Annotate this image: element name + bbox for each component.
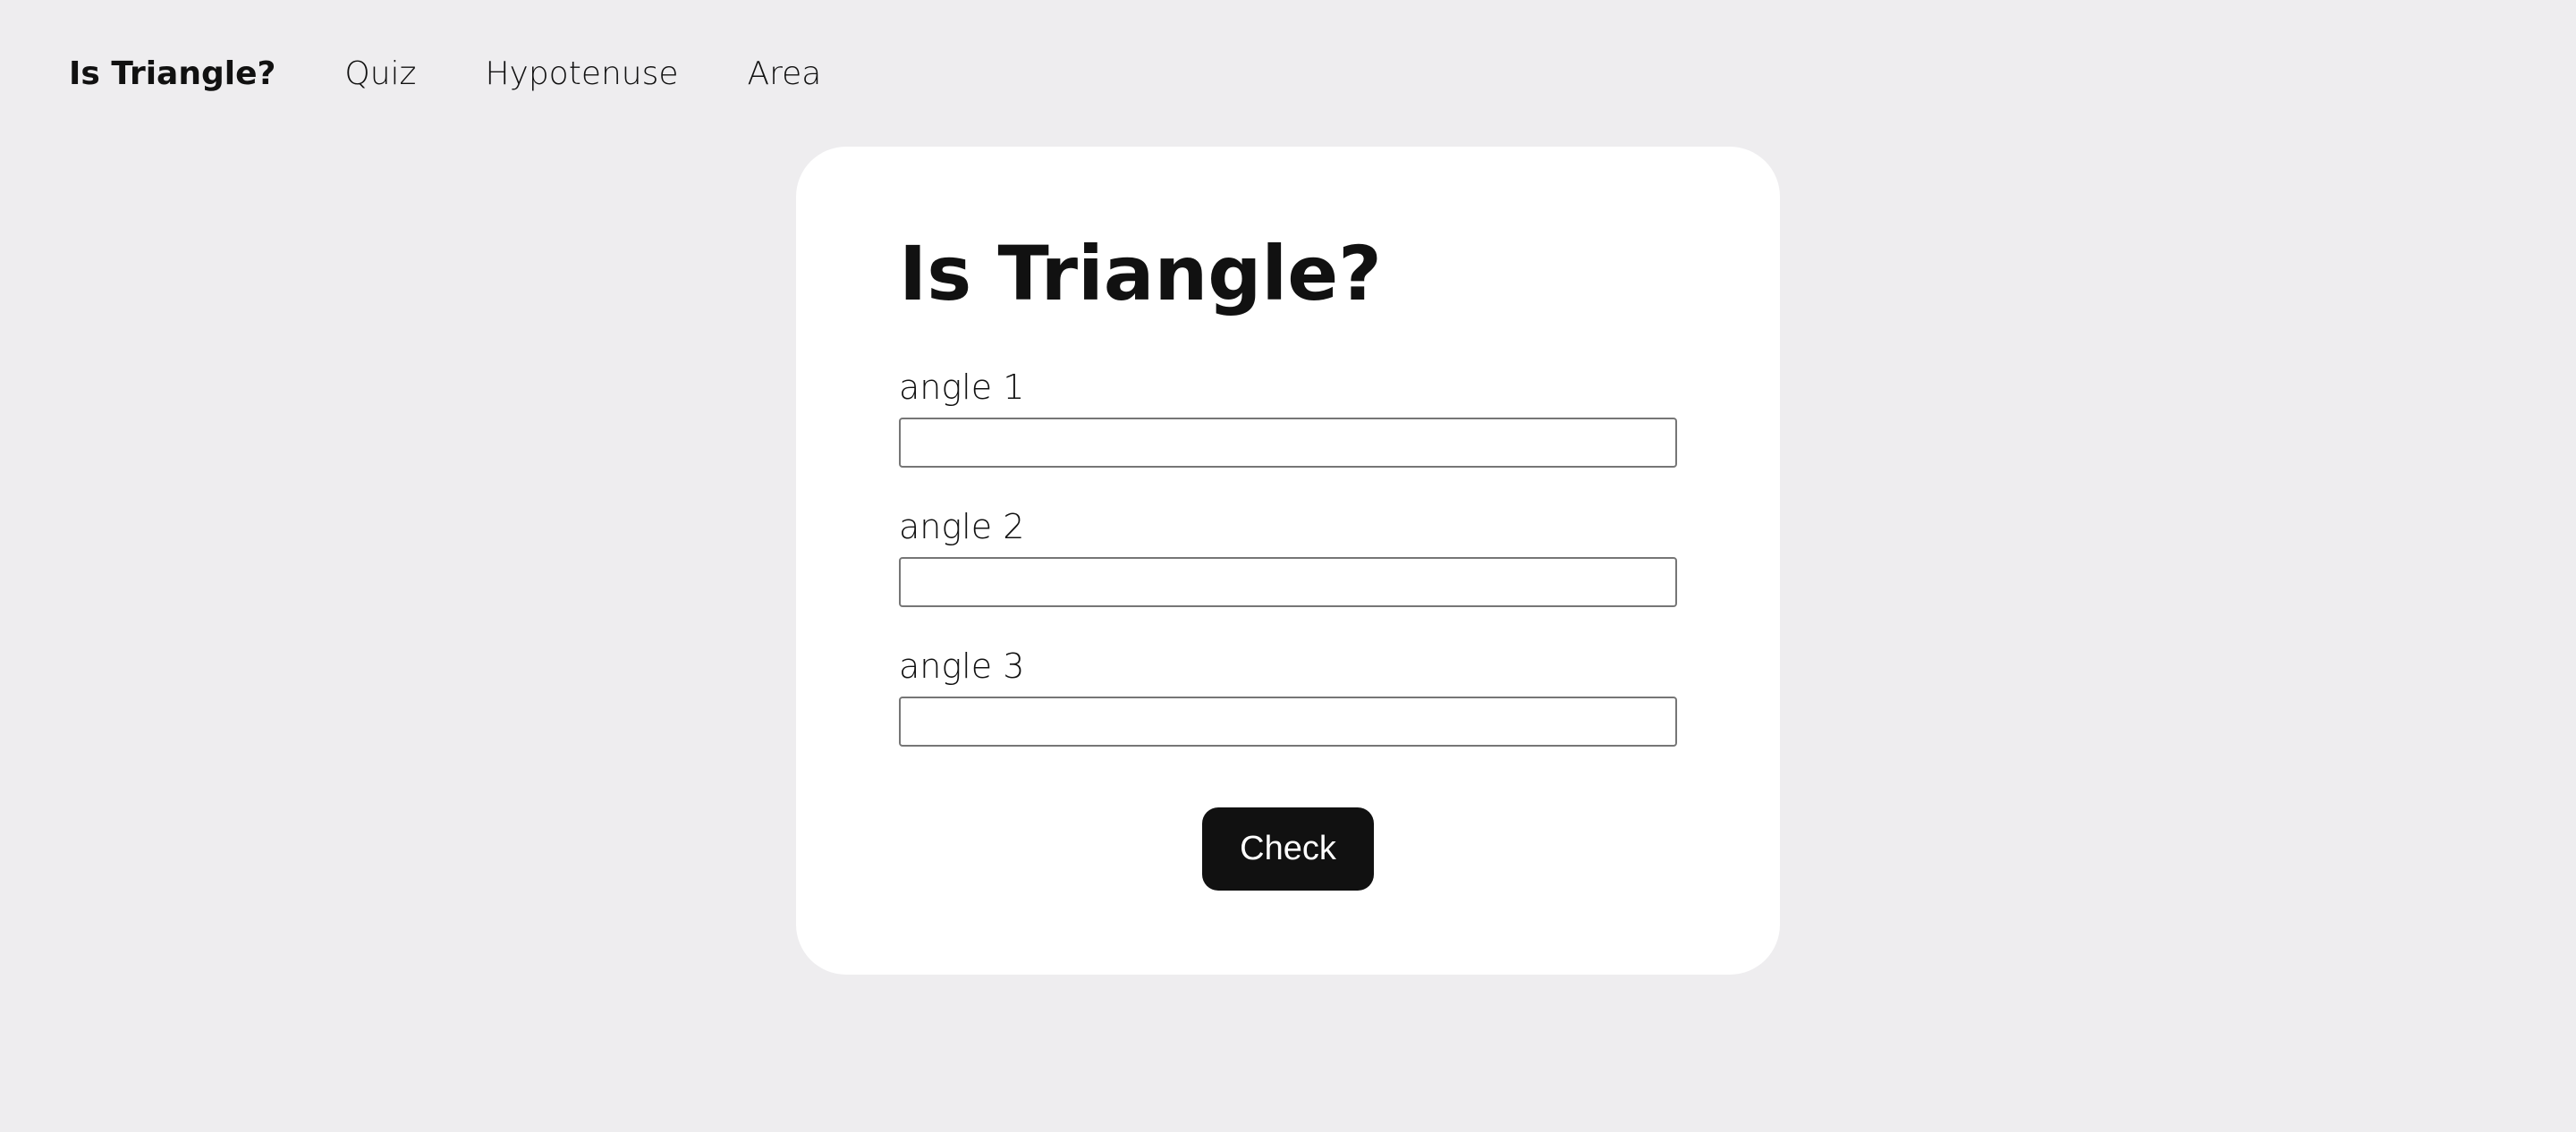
nav-link-area[interactable]: Area (748, 55, 822, 92)
nav-link-hypotenuse[interactable]: Hypotenuse (485, 55, 678, 92)
angle-1-label: angle 1 (899, 367, 1025, 407)
angle-2-label: angle 2 (899, 507, 1025, 546)
angle-1-field-group: angle 1 (899, 370, 1677, 468)
nav-link-is-triangle[interactable]: Is Triangle? (69, 55, 275, 92)
angle-3-field-group: angle 3 (899, 649, 1677, 747)
nav-link-quiz[interactable]: Quiz (344, 55, 416, 92)
page-title: Is Triangle? (899, 230, 1382, 317)
angle-3-input[interactable] (899, 697, 1677, 747)
triangle-form-card: Is Triangle? angle 1 angle 2 angle 3 Che… (796, 147, 1780, 975)
angle-3-label: angle 3 (899, 646, 1025, 686)
angle-2-input[interactable] (899, 557, 1677, 607)
angle-2-field-group: angle 2 (899, 510, 1677, 607)
angle-1-input[interactable] (899, 418, 1677, 468)
check-button[interactable]: Check (1202, 807, 1374, 891)
top-nav: Is Triangle? Quiz Hypotenuse Area (69, 50, 890, 97)
